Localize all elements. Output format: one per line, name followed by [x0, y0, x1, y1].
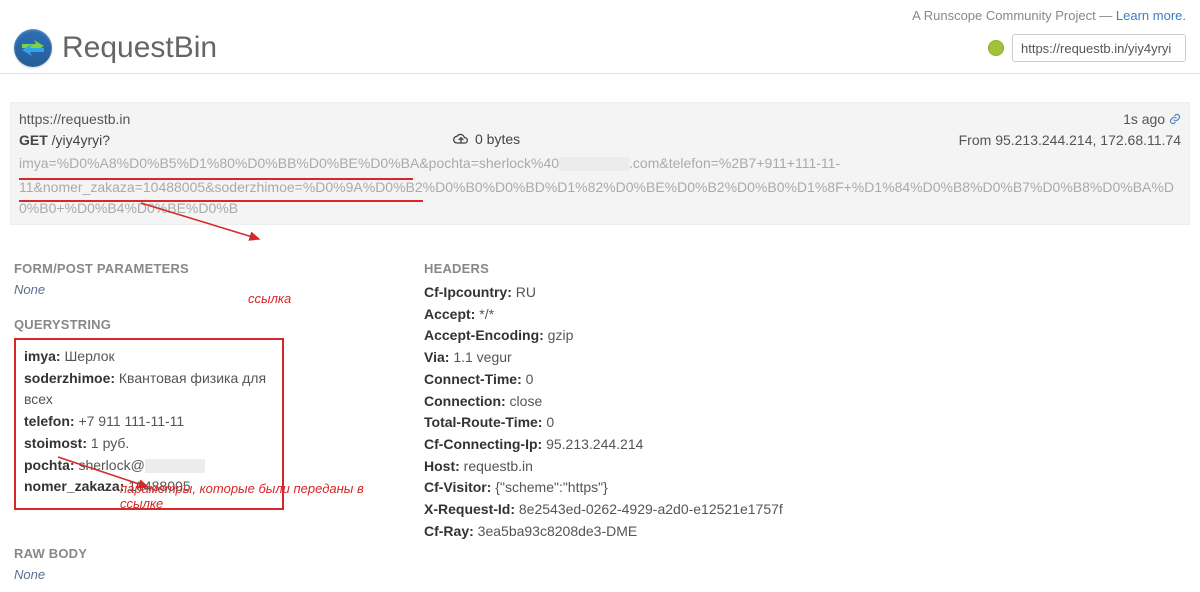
- request-query-line1: imya=%D0%A8%D0%B5%D1%80%D0%BB%D0%BE%D0%B…: [19, 153, 1181, 175]
- community-text: A Runscope Community Project —: [912, 8, 1116, 23]
- section-raw-body: RAW BODY: [14, 546, 384, 561]
- community-bar: A Runscope Community Project — Learn mor…: [0, 0, 1200, 29]
- section-form-post: FORM/POST PARAMETERS: [14, 261, 384, 276]
- request-panel: https://requestb.in GET /yiy4yryi? 0 byt…: [10, 102, 1190, 225]
- section-querystring: QUERYSTRING: [14, 317, 384, 332]
- details: FORM/POST PARAMETERS None QUERYSTRING im…: [0, 225, 1200, 592]
- annotation-underline: [19, 200, 423, 202]
- from-label: From: [959, 132, 996, 148]
- request-query-line2: 11&nomer_zakaza=10488005&soderzhimoe=%D0…: [19, 177, 1181, 220]
- section-headers: HEADERS: [424, 261, 1124, 276]
- request-host: https://requestb.in: [19, 109, 130, 130]
- form-post-none: None: [14, 282, 384, 297]
- request-bytes: 0 bytes: [475, 131, 520, 147]
- redacted-block: [559, 157, 629, 171]
- request-size: 0 bytes: [453, 131, 520, 147]
- request-path: /yiy4yryi?: [52, 132, 110, 148]
- permalink-link[interactable]: [1169, 111, 1181, 127]
- learn-more-link[interactable]: Learn more.: [1116, 8, 1186, 23]
- link-icon: [1169, 113, 1181, 125]
- annotation-underline: [19, 178, 413, 180]
- header: RequestBin: [0, 29, 1200, 74]
- status-dot-icon: [988, 40, 1004, 56]
- request-age: 1s ago: [1123, 111, 1165, 127]
- brand: RequestBin: [14, 29, 217, 67]
- logo-icon: [14, 29, 52, 67]
- cloud-upload-icon: [453, 133, 469, 145]
- querystring-box: imya: Шерлок soderzhimoe: Квантовая физи…: [14, 338, 284, 510]
- brand-name: RequestBin: [62, 31, 217, 65]
- bin-url-input[interactable]: [1012, 34, 1186, 62]
- request-method: GET: [19, 132, 48, 148]
- redacted-block: [145, 459, 205, 473]
- raw-body-none: None: [14, 567, 384, 582]
- from-ips: 95.213.244.214, 172.68.11.74: [995, 132, 1181, 148]
